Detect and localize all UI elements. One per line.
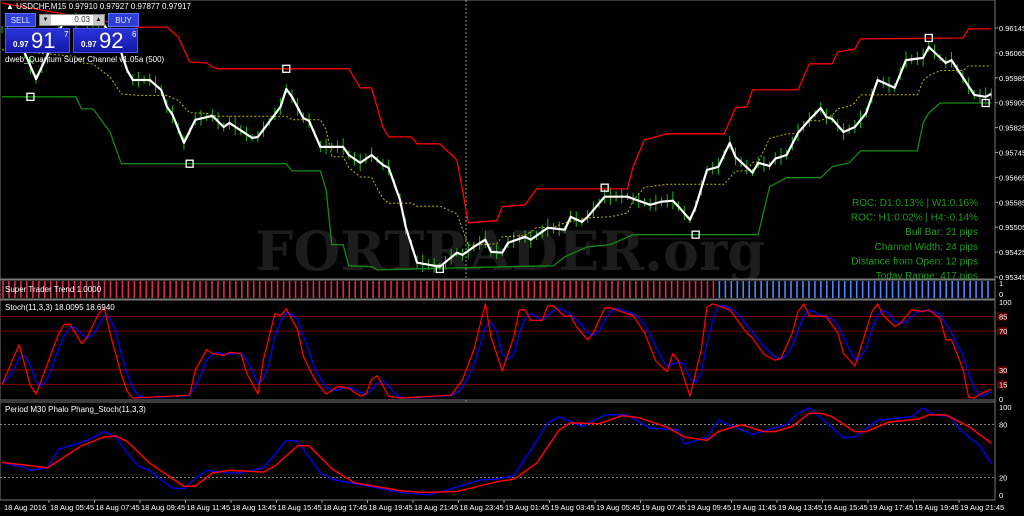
time-axis-label: 19 Aug 01:45 [505, 503, 549, 512]
time-axis-label: 18 Aug 11:45 [187, 503, 231, 512]
trend-panel-title: Super Trader Trend 1.0000 [5, 285, 102, 294]
time-axis-label: 19 Aug 09:45 [687, 503, 731, 512]
info-line: Channel Width: 24 pips [875, 242, 978, 253]
sell-price-button[interactable]: 0.97 91 7 [5, 28, 70, 53]
time-axis-label: 18 Aug 19:45 [369, 503, 413, 512]
chart-canvas[interactable]: FORTRADER.org ROC: D1:0.13% | W1:0.16% RO… [0, 0, 1024, 516]
sell-button[interactable]: SELL [5, 13, 36, 27]
phalo-panel-border [0, 401, 996, 501]
price-axis-label: 0.96065 [999, 49, 1024, 58]
buy-price-fraction: 6 [132, 30, 137, 39]
stoch-panel-title: Stoch(11,3,3) 18.0095 18.6940 [5, 303, 115, 312]
buy-price-pips: 92 [99, 28, 124, 53]
symbol-collapse-icon[interactable]: ▲ [6, 2, 16, 11]
lot-decrease-icon[interactable]: ▼ [40, 15, 51, 25]
time-axis-label: 18 Aug 15:45 [278, 503, 322, 512]
time-axis-label: 19 Aug 07:45 [642, 503, 686, 512]
phalo-stoch-panel: 100 80 20 0 [0, 401, 1012, 501]
lot-increase-icon[interactable]: ▲ [93, 15, 104, 25]
time-axis-label: 18 Aug 05:45 [50, 503, 94, 512]
buy-price-button[interactable]: 0.97 92 6 [73, 28, 138, 53]
price-axis-label: 0.95505 [999, 223, 1024, 232]
time-axis-label: 19 Aug 15:45 [824, 503, 868, 512]
super-trader-trend-panel: 10 [0, 279, 1003, 300]
time-axis-label: 18 Aug 17:45 [323, 503, 367, 512]
lot-size-value: 0.03 [74, 15, 90, 24]
stoch-panel: 100857030150 [0, 298, 1012, 404]
phalo-axis-label: 20 [999, 473, 1007, 482]
time-axis-label: 18 Aug 09:45 [141, 503, 185, 512]
info-line: Distance from Open: 12 pips [851, 256, 978, 267]
phalo-panel-title: Period M30 Phalo Phang_Stoch(11,3,3) [5, 405, 146, 414]
one-click-trading-panel: SELL ▼ 0.03 ▲ BUY 0.97 91 7 0.97 92 6 [5, 13, 139, 53]
stoch-axis-label: 30 [999, 366, 1007, 375]
price-axis-label: 0.95665 [999, 173, 1024, 182]
time-axis-label: 19 Aug 17:45 [869, 503, 913, 512]
info-line: ROC: H1:0.02% | H4:-0.14% [851, 213, 978, 224]
stoch-axis-label: 15 [999, 380, 1007, 389]
phalo-axis-label: 80 [999, 421, 1007, 430]
price-axis-label: 0.95905 [999, 99, 1024, 108]
time-axis-label: 18 Aug 23:45 [460, 503, 504, 512]
price-axis-label: 0.95345 [999, 273, 1024, 282]
time-axis-label: 19 Aug 03:45 [551, 503, 595, 512]
watermark: FORTRADER.org [255, 219, 765, 283]
phalo-axis-label: 0 [999, 491, 1003, 500]
sell-price-fraction: 7 [64, 30, 69, 39]
price-axis-label: 0.95985 [999, 74, 1024, 83]
stoch-axis-label: 70 [999, 327, 1007, 336]
price-axis-label: 0.95745 [999, 149, 1024, 158]
sell-price-pips: 91 [31, 28, 56, 53]
info-line: ROC: D1:0.13% | W1:0.16% [852, 198, 978, 209]
symbol-ohlc: USDCHF,M15 0.97910 0.97927 0.97877 0.979… [16, 2, 191, 11]
buy-price-prefix: 0.97 [81, 40, 97, 49]
time-axis-label: 18 Aug 13:45 [232, 503, 276, 512]
stoch-axis-label: 85 [999, 313, 1007, 322]
stoch-axis-label: 100 [999, 298, 1012, 307]
trend-panel-border [0, 279, 996, 300]
info-line: Bull Bar: 21 pips [905, 227, 978, 238]
buy-button[interactable]: BUY [108, 13, 139, 27]
time-axis-label: 19 Aug 21:45 [960, 503, 1004, 512]
time-axis-label: 18 Aug 07:45 [96, 503, 140, 512]
time-axis-label: 19 Aug 11:45 [733, 503, 777, 512]
price-axis-label: 0.95425 [999, 248, 1024, 257]
stoch-panel-border [0, 299, 996, 401]
price-axis-label: 0.95585 [999, 198, 1024, 207]
sell-price-prefix: 0.97 [13, 40, 29, 49]
time-axis-label: 19 Aug 19:45 [915, 503, 959, 512]
time-axis-label: 18 Aug 2016 [4, 503, 46, 512]
time-axis-label: 19 Aug 13:45 [778, 503, 822, 512]
phalo-axis-label: 100 [999, 403, 1012, 412]
lot-size-input[interactable]: ▼ 0.03 ▲ [39, 14, 105, 26]
symbol-title: ▲ USDCHF,M15 0.97910 0.97927 0.97877 0.9… [6, 2, 191, 11]
price-axis-label: 0.95825 [999, 124, 1024, 133]
time-axis-label: 19 Aug 05:45 [596, 503, 640, 512]
indicator-label: dweb_Quantum Super Channel v1.05a (500) [5, 55, 165, 64]
time-axis-label: 18 Aug 21:45 [414, 503, 458, 512]
price-axis-label: 0.96145 [999, 24, 1024, 33]
